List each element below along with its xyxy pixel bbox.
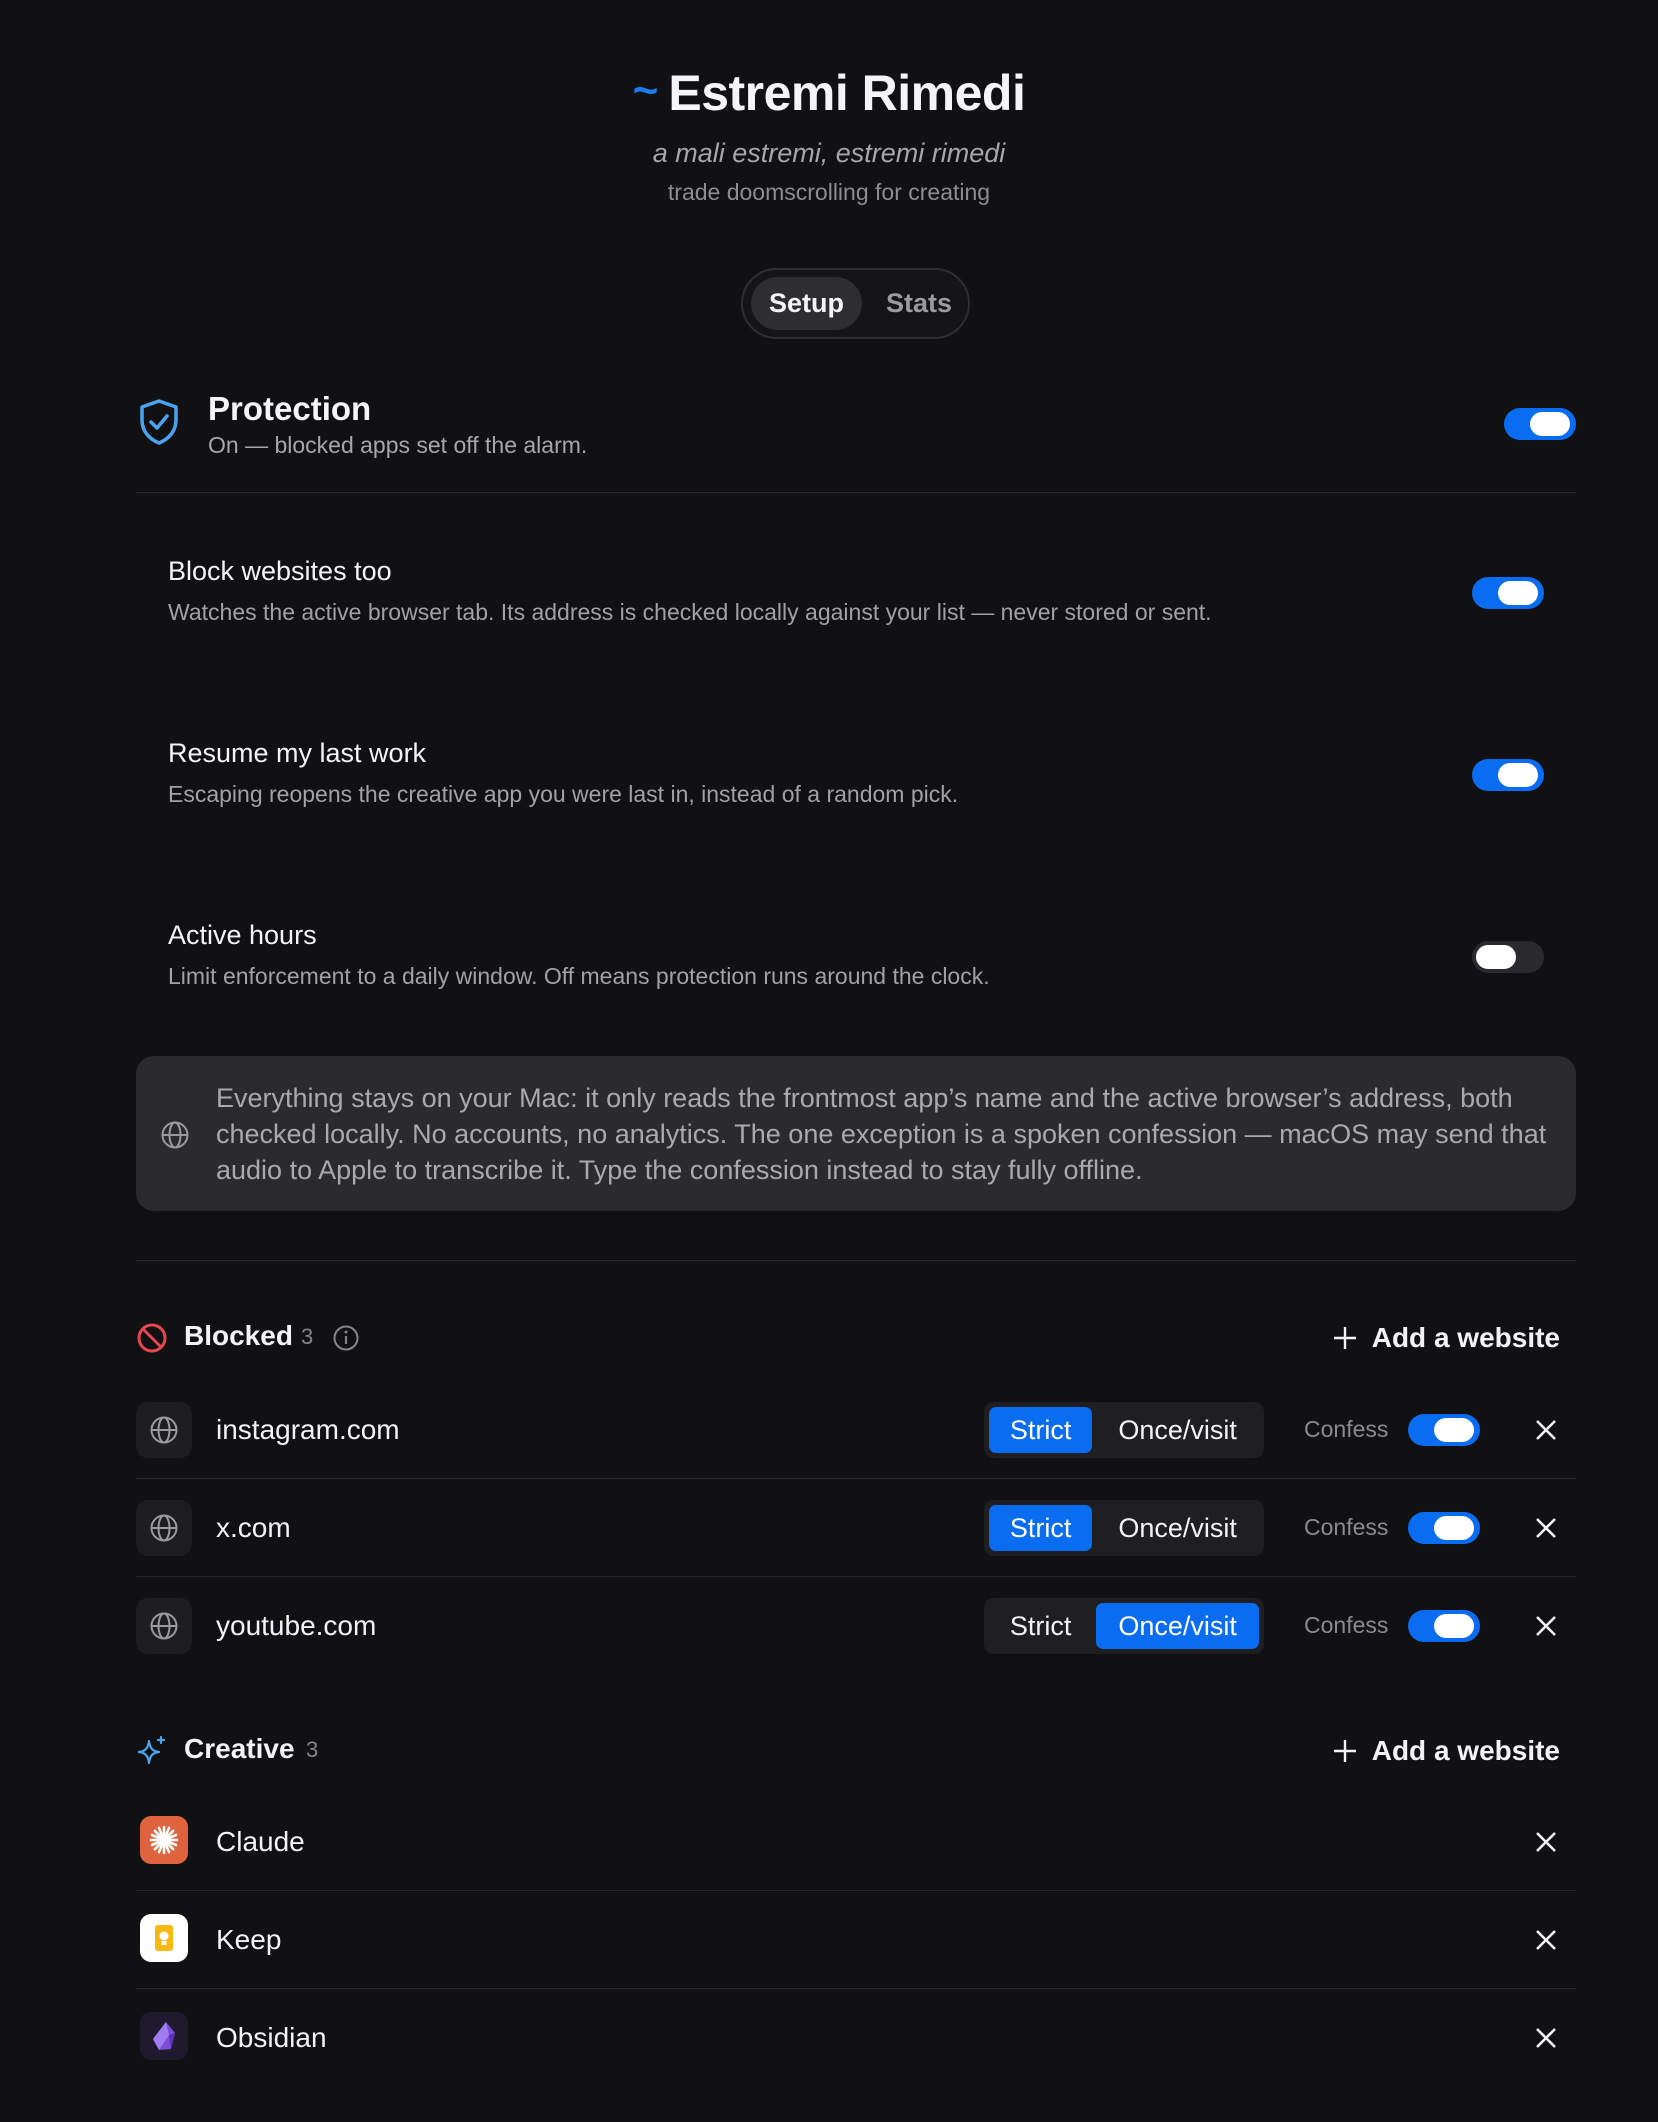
- toggle-knob: [1434, 1418, 1474, 1442]
- setting-active-hours: Active hours Limit enforcement to a dail…: [168, 920, 1544, 990]
- close-icon: [1536, 1930, 1556, 1950]
- plus-icon: [1333, 1327, 1356, 1349]
- globe-icon: [136, 1598, 192, 1654]
- obsidian-icon: [140, 2012, 188, 2060]
- setting-resume-last-work: Resume my last work Escaping reopens the…: [168, 738, 1544, 808]
- mode-selector: Strict Once/visit: [984, 1402, 1264, 1458]
- privacy-note-text: Everything stays on your Mac: it only re…: [216, 1083, 1547, 1185]
- motto: a mali estremi, estremi rimedi: [652, 138, 1006, 168]
- setting-block-websites: Block websites too Watches the active br…: [168, 556, 1544, 626]
- app-window: ~ Estremi Rimedi a mali estremi, estremi…: [0, 0, 1658, 2122]
- globe-icon: [161, 1121, 189, 1149]
- divider: [136, 492, 1576, 493]
- creative-section-header: Creative 3 Add a website: [136, 1731, 1576, 1771]
- toggle-knob: [1476, 945, 1516, 969]
- mode-strict-option[interactable]: Strict: [989, 1603, 1092, 1649]
- privacy-note: Everything stays on your Mac: it only re…: [136, 1056, 1576, 1211]
- globe-icon: [136, 1500, 192, 1556]
- toggle-knob: [1434, 1614, 1474, 1638]
- blocked-row-instagram: instagram.com Strict Once/visit Confess: [136, 1382, 1576, 1479]
- setting-description: Watches the active browser tab. Its addr…: [168, 599, 1212, 625]
- setting-title: Block websites too: [168, 556, 392, 586]
- setting-title: Resume my last work: [168, 738, 427, 768]
- block-websites-toggle[interactable]: [1472, 577, 1544, 609]
- protection-title: Protection: [208, 390, 372, 427]
- mode-strict-option[interactable]: Strict: [989, 1407, 1093, 1453]
- mode-once-per-visit-option[interactable]: Once/visit: [1096, 1505, 1259, 1551]
- close-icon: [1536, 1518, 1556, 1538]
- mode-once-per-visit-option[interactable]: Once/visit: [1096, 1407, 1259, 1453]
- title-row: ~ Estremi Rimedi: [0, 60, 1658, 126]
- app-title: Estremi Rimedi: [668, 65, 1026, 121]
- toggle-knob: [1530, 412, 1570, 436]
- website-name: instagram.com: [216, 1414, 400, 1445]
- close-icon: [1536, 2028, 1556, 2048]
- shield-check-icon: [140, 399, 178, 445]
- keep-icon: [140, 1914, 188, 1962]
- divider: [136, 1260, 1576, 1261]
- website-name: x.com: [216, 1512, 291, 1543]
- protection-section: Protection On — blocked apps set off the…: [136, 390, 1576, 494]
- protection-subtitle: On — blocked apps set off the alarm.: [208, 432, 588, 458]
- confess-toggle[interactable]: [1408, 1414, 1480, 1446]
- remove-button[interactable]: [1530, 1826, 1562, 1858]
- confess-toggle[interactable]: [1408, 1610, 1480, 1642]
- creative-count: 3: [306, 1737, 319, 1762]
- app-name: Claude: [216, 1826, 305, 1857]
- add-blocked-website-button[interactable]: Add a website: [1332, 1318, 1560, 1358]
- creative-row-claude: Claude: [136, 1794, 1576, 1891]
- resume-last-work-toggle[interactable]: [1472, 759, 1544, 791]
- active-hours-toggle[interactable]: [1472, 941, 1544, 973]
- mode-selector: Strict Once/visit: [984, 1500, 1264, 1556]
- remove-button[interactable]: [1530, 1414, 1562, 1446]
- mode-strict-option[interactable]: Strict: [989, 1505, 1093, 1551]
- close-icon: [1536, 1832, 1556, 1852]
- website-name: youtube.com: [216, 1610, 377, 1641]
- tagline: trade doomscrolling for creating: [667, 179, 991, 205]
- sparkles-icon: [137, 1735, 166, 1765]
- app-name: Keep: [216, 1924, 282, 1955]
- blocked-row-youtube: youtube.com Strict Once/visit Confess: [136, 1578, 1576, 1675]
- setting-description: Escaping reopens the creative app you we…: [168, 781, 959, 807]
- tilde-logo: ~: [632, 66, 659, 115]
- confess-toggle[interactable]: [1408, 1512, 1480, 1544]
- confess-label: Confess: [1304, 1514, 1389, 1540]
- toggle-knob: [1434, 1516, 1474, 1540]
- app-name: Obsidian: [216, 2022, 327, 2053]
- toggle-knob: [1498, 763, 1538, 787]
- block-icon: [137, 1323, 167, 1353]
- setting-title: Active hours: [168, 920, 317, 950]
- info-icon[interactable]: [332, 1324, 360, 1352]
- confess-label: Confess: [1304, 1612, 1389, 1638]
- blocked-count: 3: [301, 1324, 314, 1349]
- plus-icon: [1333, 1740, 1356, 1762]
- remove-button[interactable]: [1530, 1512, 1562, 1544]
- tab-stats[interactable]: Stats: [868, 277, 970, 330]
- blocked-row-x: x.com Strict Once/visit Confess: [136, 1480, 1576, 1577]
- globe-icon: [136, 1402, 192, 1458]
- blocked-title: Blocked: [184, 1320, 293, 1351]
- blocked-section-header: Blocked 3 Add a website: [136, 1318, 1576, 1358]
- protection-toggle[interactable]: [1504, 408, 1576, 440]
- creative-row-keep: Keep: [136, 1892, 1576, 1989]
- close-icon: [1536, 1616, 1556, 1636]
- mode-selector: Strict Once/visit: [984, 1598, 1264, 1654]
- remove-button[interactable]: [1530, 2022, 1562, 2054]
- mode-once-per-visit-option[interactable]: Once/visit: [1096, 1603, 1259, 1649]
- add-creative-website-button[interactable]: Add a website: [1332, 1731, 1560, 1771]
- setting-description: Limit enforcement to a daily window. Off…: [168, 963, 990, 989]
- tab-setup[interactable]: Setup: [751, 277, 863, 330]
- close-icon: [1536, 1420, 1556, 1440]
- remove-button[interactable]: [1530, 1610, 1562, 1642]
- remove-button[interactable]: [1530, 1924, 1562, 1956]
- creative-title: Creative: [184, 1733, 295, 1764]
- toggle-knob: [1498, 581, 1538, 605]
- app-header: ~ Estremi Rimedi a mali estremi, estremi…: [0, 60, 1658, 206]
- add-website-label: Add a website: [1371, 1735, 1560, 1766]
- view-switcher: Setup Stats: [741, 268, 970, 339]
- add-website-label: Add a website: [1371, 1322, 1560, 1353]
- creative-row-obsidian: Obsidian: [136, 1990, 1576, 2087]
- claude-icon: [140, 1816, 188, 1864]
- confess-label: Confess: [1304, 1416, 1389, 1442]
